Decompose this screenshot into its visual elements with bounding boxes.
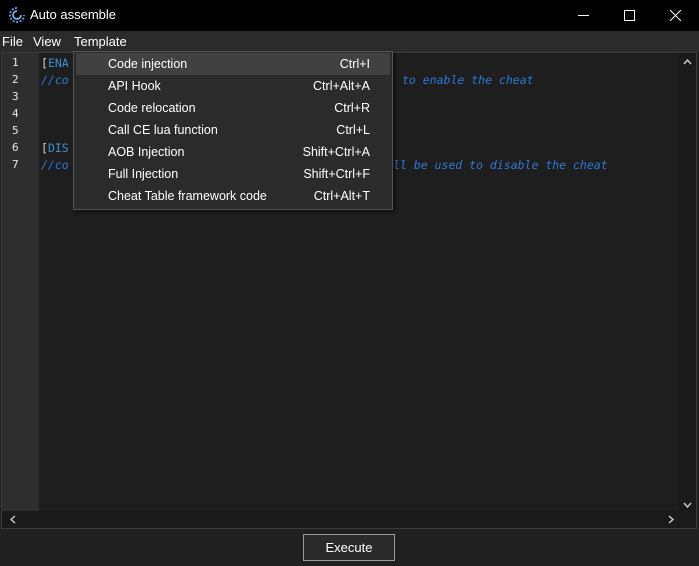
menu-template[interactable]: Template bbox=[74, 34, 127, 49]
vertical-scrollbar[interactable] bbox=[679, 53, 696, 513]
close-button[interactable] bbox=[652, 0, 698, 31]
line-number: 5 bbox=[12, 124, 19, 137]
minimize-button[interactable] bbox=[560, 0, 606, 31]
menu-item-label: Cheat Table framework code bbox=[108, 189, 267, 203]
code-label: ENA bbox=[47, 56, 69, 70]
code-line-comment-tail: to enable the cheat bbox=[402, 73, 534, 87]
scrollbar-corner bbox=[679, 511, 696, 528]
menu-bar: File View Template bbox=[0, 31, 699, 52]
close-icon bbox=[669, 10, 681, 21]
line-number: 1 bbox=[12, 56, 19, 69]
menu-item-label: API Hook bbox=[108, 79, 161, 93]
line-number: 2 bbox=[12, 73, 19, 86]
menu-view[interactable]: View bbox=[33, 34, 61, 49]
menu-item-shortcut: Shift+Ctrl+F bbox=[303, 167, 370, 181]
code-bracket: [ bbox=[41, 56, 48, 70]
menu-item-cheat-table-framework-code[interactable]: Cheat Table framework code Ctrl+Alt+T bbox=[76, 185, 390, 207]
template-dropdown-menu: Code injection Ctrl+I API Hook Ctrl+Alt+… bbox=[73, 51, 393, 210]
scroll-up-arrow-icon[interactable] bbox=[679, 53, 696, 70]
code-label: DIS bbox=[47, 141, 69, 155]
line-number-gutter: 1 2 3 4 5 6 7 bbox=[2, 53, 39, 513]
code-comment-suffix: ll be used to disable the cheat bbox=[393, 158, 608, 172]
menu-item-label: AOB Injection bbox=[108, 145, 185, 159]
line-number: 3 bbox=[12, 90, 19, 103]
line-number: 6 bbox=[12, 141, 19, 154]
menu-item-shortcut: Shift+Ctrl+A bbox=[302, 145, 370, 159]
menu-item-shortcut: Ctrl+R bbox=[334, 101, 370, 115]
window-title: Auto assemble bbox=[30, 7, 116, 22]
menu-item-shortcut: Ctrl+Alt+T bbox=[313, 189, 370, 203]
cheat-engine-icon bbox=[8, 6, 26, 24]
menu-item-label: Code relocation bbox=[108, 101, 196, 115]
code-line-comment: //co bbox=[41, 158, 69, 172]
menu-item-shortcut: Ctrl+L bbox=[336, 123, 370, 137]
menu-file[interactable]: File bbox=[2, 34, 23, 49]
menu-item-label: Full Injection bbox=[108, 167, 179, 181]
title-bar: Auto assemble bbox=[0, 0, 699, 31]
maximize-icon bbox=[623, 10, 635, 21]
line-number: 4 bbox=[12, 107, 19, 120]
line-number: 7 bbox=[12, 158, 19, 171]
horizontal-scrollbar[interactable] bbox=[2, 511, 679, 528]
menu-item-full-injection[interactable]: Full Injection Shift+Ctrl+F bbox=[76, 163, 390, 185]
menu-item-label: Call CE lua function bbox=[108, 123, 218, 137]
menu-item-code-relocation[interactable]: Code relocation Ctrl+R bbox=[76, 97, 390, 119]
menu-item-label: Code injection bbox=[108, 57, 188, 71]
menu-item-api-hook[interactable]: API Hook Ctrl+Alt+A bbox=[76, 75, 390, 97]
menu-item-shortcut: Ctrl+Alt+A bbox=[313, 79, 370, 93]
code-line-comment-tail: ll be used to disable the cheat bbox=[393, 158, 608, 172]
code-comment-prefix: //co bbox=[41, 73, 69, 87]
code-line-enable: [ENA bbox=[41, 56, 69, 70]
code-comment-suffix: to enable the cheat bbox=[402, 73, 534, 87]
minimize-icon bbox=[577, 15, 589, 16]
scroll-right-arrow-icon[interactable] bbox=[662, 511, 679, 528]
menu-item-aob-injection[interactable]: AOB Injection Shift+Ctrl+A bbox=[76, 141, 390, 163]
code-bracket: [ bbox=[41, 141, 48, 155]
maximize-button[interactable] bbox=[606, 0, 652, 31]
scroll-left-arrow-icon[interactable] bbox=[4, 511, 21, 528]
execute-button[interactable]: Execute bbox=[303, 534, 395, 561]
code-comment-prefix: //co bbox=[41, 158, 69, 172]
code-line-disable: [DIS bbox=[41, 141, 69, 155]
menu-item-call-ce-lua-function[interactable]: Call CE lua function Ctrl+L bbox=[76, 119, 390, 141]
menu-item-shortcut: Ctrl+I bbox=[339, 57, 370, 71]
code-line-comment: //co bbox=[41, 73, 69, 87]
menu-item-code-injection[interactable]: Code injection Ctrl+I bbox=[76, 53, 390, 75]
